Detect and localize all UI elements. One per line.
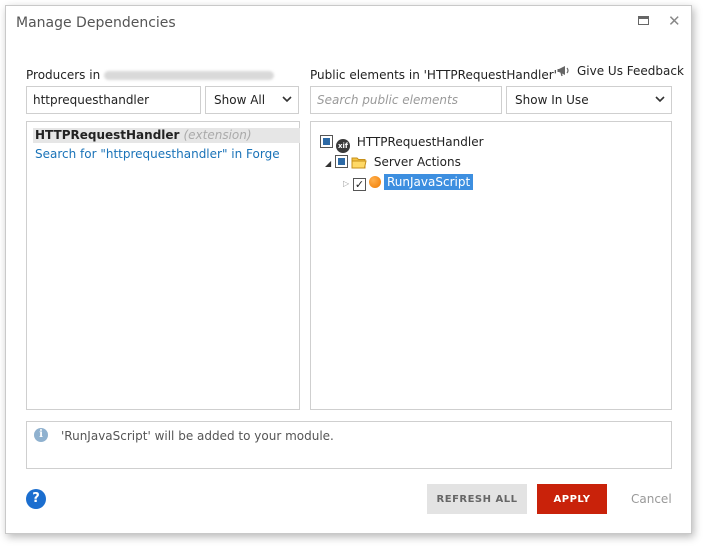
public-elements-search-input[interactable]	[310, 86, 502, 114]
dialog-title: Manage Dependencies	[16, 15, 176, 31]
close-icon[interactable]: ✕	[668, 14, 682, 29]
partial-checkbox[interactable]	[320, 135, 333, 148]
extension-icon: xif	[336, 139, 350, 153]
public-elements-filter-value: Show In Use	[515, 93, 589, 107]
producers-results-panel: HTTPRequestHandler (extension) Search for…	[26, 121, 300, 410]
producer-result-item[interactable]: HTTPRequestHandler (extension)	[33, 128, 300, 143]
cancel-button[interactable]: Cancel	[631, 492, 672, 506]
producers-search-input[interactable]	[26, 86, 201, 114]
apply-button[interactable]: APPLY	[537, 484, 607, 514]
producers-label-text: Producers in	[26, 68, 101, 82]
expanded-triangle-icon[interactable]: ◢	[325, 155, 335, 172]
search-in-forge-link[interactable]: Search for "httprequesthandler" in Forge	[35, 147, 280, 161]
info-message: 'RunJavaScript' will be added to your mo…	[61, 429, 334, 443]
collapsed-triangle-icon[interactable]: ▷	[343, 175, 353, 192]
producers-filter-select[interactable]: Show All	[205, 86, 299, 114]
tree-node-runjavascript[interactable]: ▷ ✓ RunJavaScript	[343, 174, 474, 192]
partial-checkbox[interactable]	[335, 155, 348, 168]
give-feedback-link[interactable]: Give Us Feedback	[557, 64, 684, 78]
give-feedback-label: Give Us Feedback	[577, 64, 684, 78]
tree-node-server-actions[interactable]: ◢ Server Actions	[325, 154, 461, 171]
checked-checkbox[interactable]: ✓	[353, 178, 366, 191]
tree-root-label: HTTPRequestHandler	[356, 135, 484, 149]
producers-label: Producers in	[26, 68, 275, 82]
producer-name: HTTPRequestHandler	[35, 128, 180, 142]
megaphone-icon	[557, 66, 569, 77]
chevron-down-icon	[655, 96, 665, 103]
public-elements-filter-select[interactable]: Show In Use	[506, 86, 672, 114]
server-action-icon	[369, 176, 381, 188]
redacted-environment	[104, 71, 275, 80]
producers-filter-value: Show All	[214, 93, 266, 107]
public-elements-label: Public elements in 'HTTPRequestHandler'	[310, 68, 557, 82]
info-message-box: i 'RunJavaScript' will be added to your …	[26, 421, 672, 469]
chevron-down-icon	[282, 96, 292, 103]
refresh-all-button[interactable]: REFRESH ALL	[427, 484, 527, 514]
folder-icon	[351, 157, 367, 169]
tree-item-label: RunJavaScript	[384, 174, 474, 190]
tree-node-root[interactable]: xif HTTPRequestHandler	[320, 134, 484, 153]
maximize-icon[interactable]	[637, 14, 651, 28]
help-icon[interactable]: ?	[26, 489, 46, 509]
producer-tag: (extension)	[183, 128, 252, 142]
folder-label: Server Actions	[373, 155, 461, 169]
info-icon: i	[34, 428, 48, 442]
manage-dependencies-dialog: Manage Dependencies ✕ Producers in Show …	[5, 5, 692, 534]
public-elements-tree-panel: xif HTTPRequestHandler ◢ Server Actions …	[310, 121, 672, 410]
